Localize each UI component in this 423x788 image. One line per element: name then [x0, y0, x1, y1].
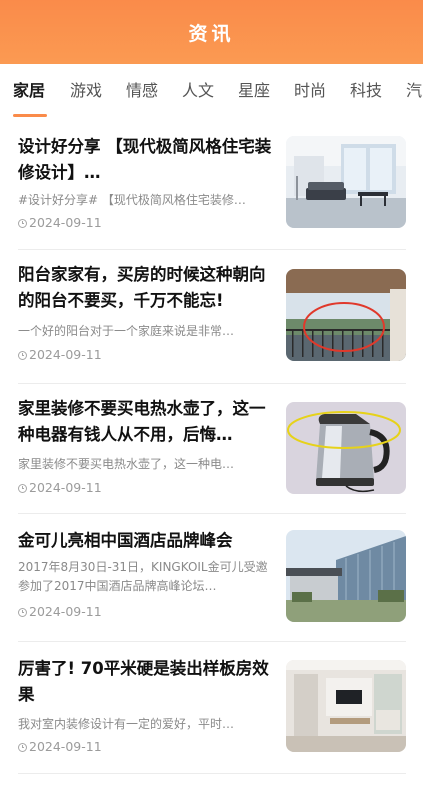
clock-icon	[18, 350, 27, 360]
news-summary: 2017年8月30日-31日，KINGKOIL金可儿受邀参加了2017中国酒店品…	[18, 560, 268, 593]
news-thumbnail[interactable]	[286, 136, 406, 228]
news-thumbnail[interactable]	[286, 402, 406, 494]
clock-icon	[18, 483, 27, 493]
tab-emotion[interactable]: 情感	[126, 78, 158, 104]
clock-icon	[18, 607, 27, 617]
news-item[interactable]: 金可儿亮相中国酒店品牌峰会 2017年8月30日-31日，KINGKOIL金可儿…	[18, 514, 406, 642]
news-item[interactable]: 阳台家家有，买房的时候这种朝向的阳台不要买，千万不能忘! 一个好的阳台对于一个家…	[18, 250, 406, 384]
date-text: 2024-09-11	[29, 739, 102, 754]
news-item[interactable]: 家里装修不要买电热水壶了，这一种电器有钱人从不用，后悔… 家里装修不要买电热水壶…	[18, 384, 406, 514]
date-text: 2024-09-11	[29, 480, 102, 495]
news-date: 2024-09-11	[18, 215, 102, 231]
clock-icon	[18, 742, 27, 752]
news-summary: #设计好分享# 【现代极简风格住宅装修…	[18, 193, 246, 207]
news-item[interactable]: 设计好分享 【现代极简风格住宅装修设计】… #设计好分享# 【现代极简风格住宅装…	[18, 120, 406, 250]
news-date: 2024-09-11	[18, 480, 102, 496]
news-date: 2024-09-11	[18, 604, 102, 620]
tab-home-living[interactable]: 家居	[13, 78, 45, 104]
app-header: 资讯	[0, 0, 423, 64]
news-date: 2024-09-11	[18, 347, 102, 363]
tab-cars[interactable]: 汽	[406, 78, 422, 104]
news-thumbnail[interactable]	[286, 660, 406, 752]
tab-games[interactable]: 游戏	[70, 78, 102, 104]
news-summary: 我对室内装修设计有一定的爱好，平时…	[18, 717, 235, 731]
category-tabs: 家居 游戏 情感 人文 星座 时尚 科技 汽	[0, 64, 423, 120]
page-title: 资讯	[188, 22, 235, 45]
news-summary: 一个好的阳台对于一个家庭来说是非常…	[18, 324, 235, 338]
news-date: 2024-09-11	[18, 739, 102, 755]
date-text: 2024-09-11	[29, 347, 102, 362]
news-summary: 家里装修不要买电热水壶了，这一种电…	[18, 457, 235, 471]
active-tab-indicator	[13, 114, 47, 117]
news-thumbnail[interactable]	[286, 269, 406, 361]
date-text: 2024-09-11	[29, 604, 102, 619]
news-title[interactable]: 厉害了! 70平米硬是装出样板房效果	[18, 656, 274, 708]
tab-horoscope[interactable]: 星座	[238, 78, 270, 104]
date-text: 2024-09-11	[29, 215, 102, 230]
clock-icon	[18, 218, 27, 228]
tab-technology[interactable]: 科技	[350, 78, 382, 104]
tab-culture[interactable]: 人文	[182, 78, 214, 104]
news-thumbnail[interactable]	[286, 530, 406, 622]
news-title[interactable]: 设计好分享 【现代极简风格住宅装修设计】…	[18, 134, 274, 186]
news-title[interactable]: 阳台家家有，买房的时候这种朝向的阳台不要买，千万不能忘!	[18, 262, 274, 314]
news-title[interactable]: 家里装修不要买电热水壶了，这一种电器有钱人从不用，后悔…	[18, 396, 274, 448]
news-title[interactable]: 金可儿亮相中国酒店品牌峰会	[18, 528, 274, 554]
tab-fashion[interactable]: 时尚	[294, 78, 326, 104]
news-item[interactable]: 厉害了! 70平米硬是装出样板房效果 我对室内装修设计有一定的爱好，平时… 20…	[18, 642, 406, 774]
